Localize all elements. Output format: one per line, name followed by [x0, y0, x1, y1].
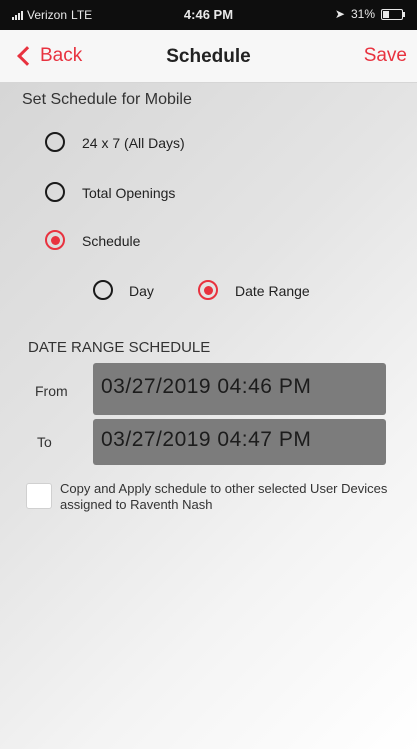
option-total-openings-label: Total Openings: [82, 185, 176, 201]
status-right: ➤ 31%: [334, 7, 405, 21]
radio-total-openings[interactable]: [45, 182, 65, 202]
page-title: Schedule: [166, 46, 251, 67]
date-range-heading: DATE RANGE SCHEDULE: [28, 339, 211, 356]
status-bar: Verizon LTE 4:46 PM ➤ 31%: [0, 0, 417, 30]
to-datetime-field[interactable]: 03/27/2019 04:47 PM: [93, 419, 386, 465]
radio-day[interactable]: [93, 280, 113, 300]
schedule-form: Set Schedule for Mobile 24 x 7 (All Days…: [0, 83, 417, 749]
option-date-range-label: Date Range: [235, 283, 310, 299]
copy-apply-checkbox[interactable]: [26, 483, 52, 509]
copy-apply-label: Copy and Apply schedule to other selecte…: [60, 481, 388, 512]
option-schedule-label: Schedule: [82, 233, 141, 249]
radio-schedule[interactable]: [45, 230, 65, 250]
save-button[interactable]: Save: [364, 45, 407, 67]
navigation-bar: Back Schedule Save: [0, 30, 417, 83]
schedule-heading: Set Schedule for Mobile: [22, 91, 192, 108]
option-day-label: Day: [129, 283, 154, 299]
radio-all-days[interactable]: [45, 132, 65, 152]
battery-percent: 31%: [350, 7, 375, 21]
radio-date-range[interactable]: [198, 280, 218, 300]
to-label: To: [37, 434, 52, 450]
battery-icon: [381, 8, 405, 20]
location-icon: ➤: [334, 7, 345, 21]
from-datetime-field[interactable]: 03/27/2019 04:46 PM: [93, 363, 386, 415]
from-label: From: [35, 383, 68, 399]
option-all-days-label: 24 x 7 (All Days): [82, 135, 185, 151]
